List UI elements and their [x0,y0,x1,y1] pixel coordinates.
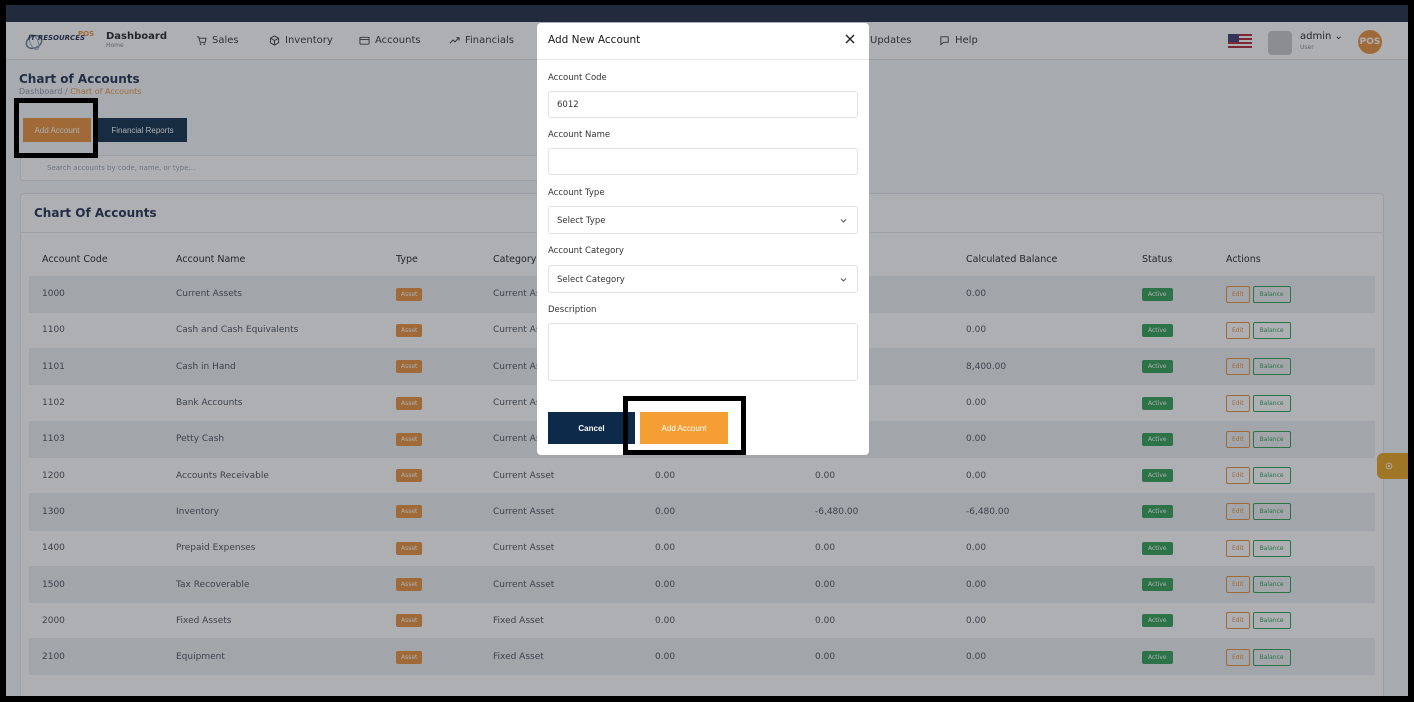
cancel-button[interactable]: Cancel [548,412,635,444]
account-type-label: Account Type [548,188,605,198]
close-icon[interactable] [843,32,857,46]
description-label: Description [548,305,597,315]
account-name-label: Account Name [548,130,611,140]
account-category-value: Select Category [557,275,625,285]
modal-title: Add New Account [548,34,641,46]
modal-divider [537,59,869,60]
account-category-label: Account Category [548,246,624,256]
account-code-label: Account Code [548,73,607,83]
description-field[interactable] [548,323,858,381]
chevron-down-icon [840,219,847,223]
account-type-select[interactable]: Select Type [548,206,858,234]
account-code-field[interactable] [548,91,858,118]
app-window: IT RESOURCES POS Dashboard Home Sales In… [6,5,1408,696]
add-account-modal: Add New Account Account Code Account Nam… [537,23,869,455]
chevron-down-icon [840,278,847,282]
account-name-field[interactable] [548,148,858,175]
account-category-select[interactable]: Select Category [548,265,858,293]
submit-add-account-button[interactable]: Add Account [640,412,728,444]
account-type-value: Select Type [557,216,606,226]
